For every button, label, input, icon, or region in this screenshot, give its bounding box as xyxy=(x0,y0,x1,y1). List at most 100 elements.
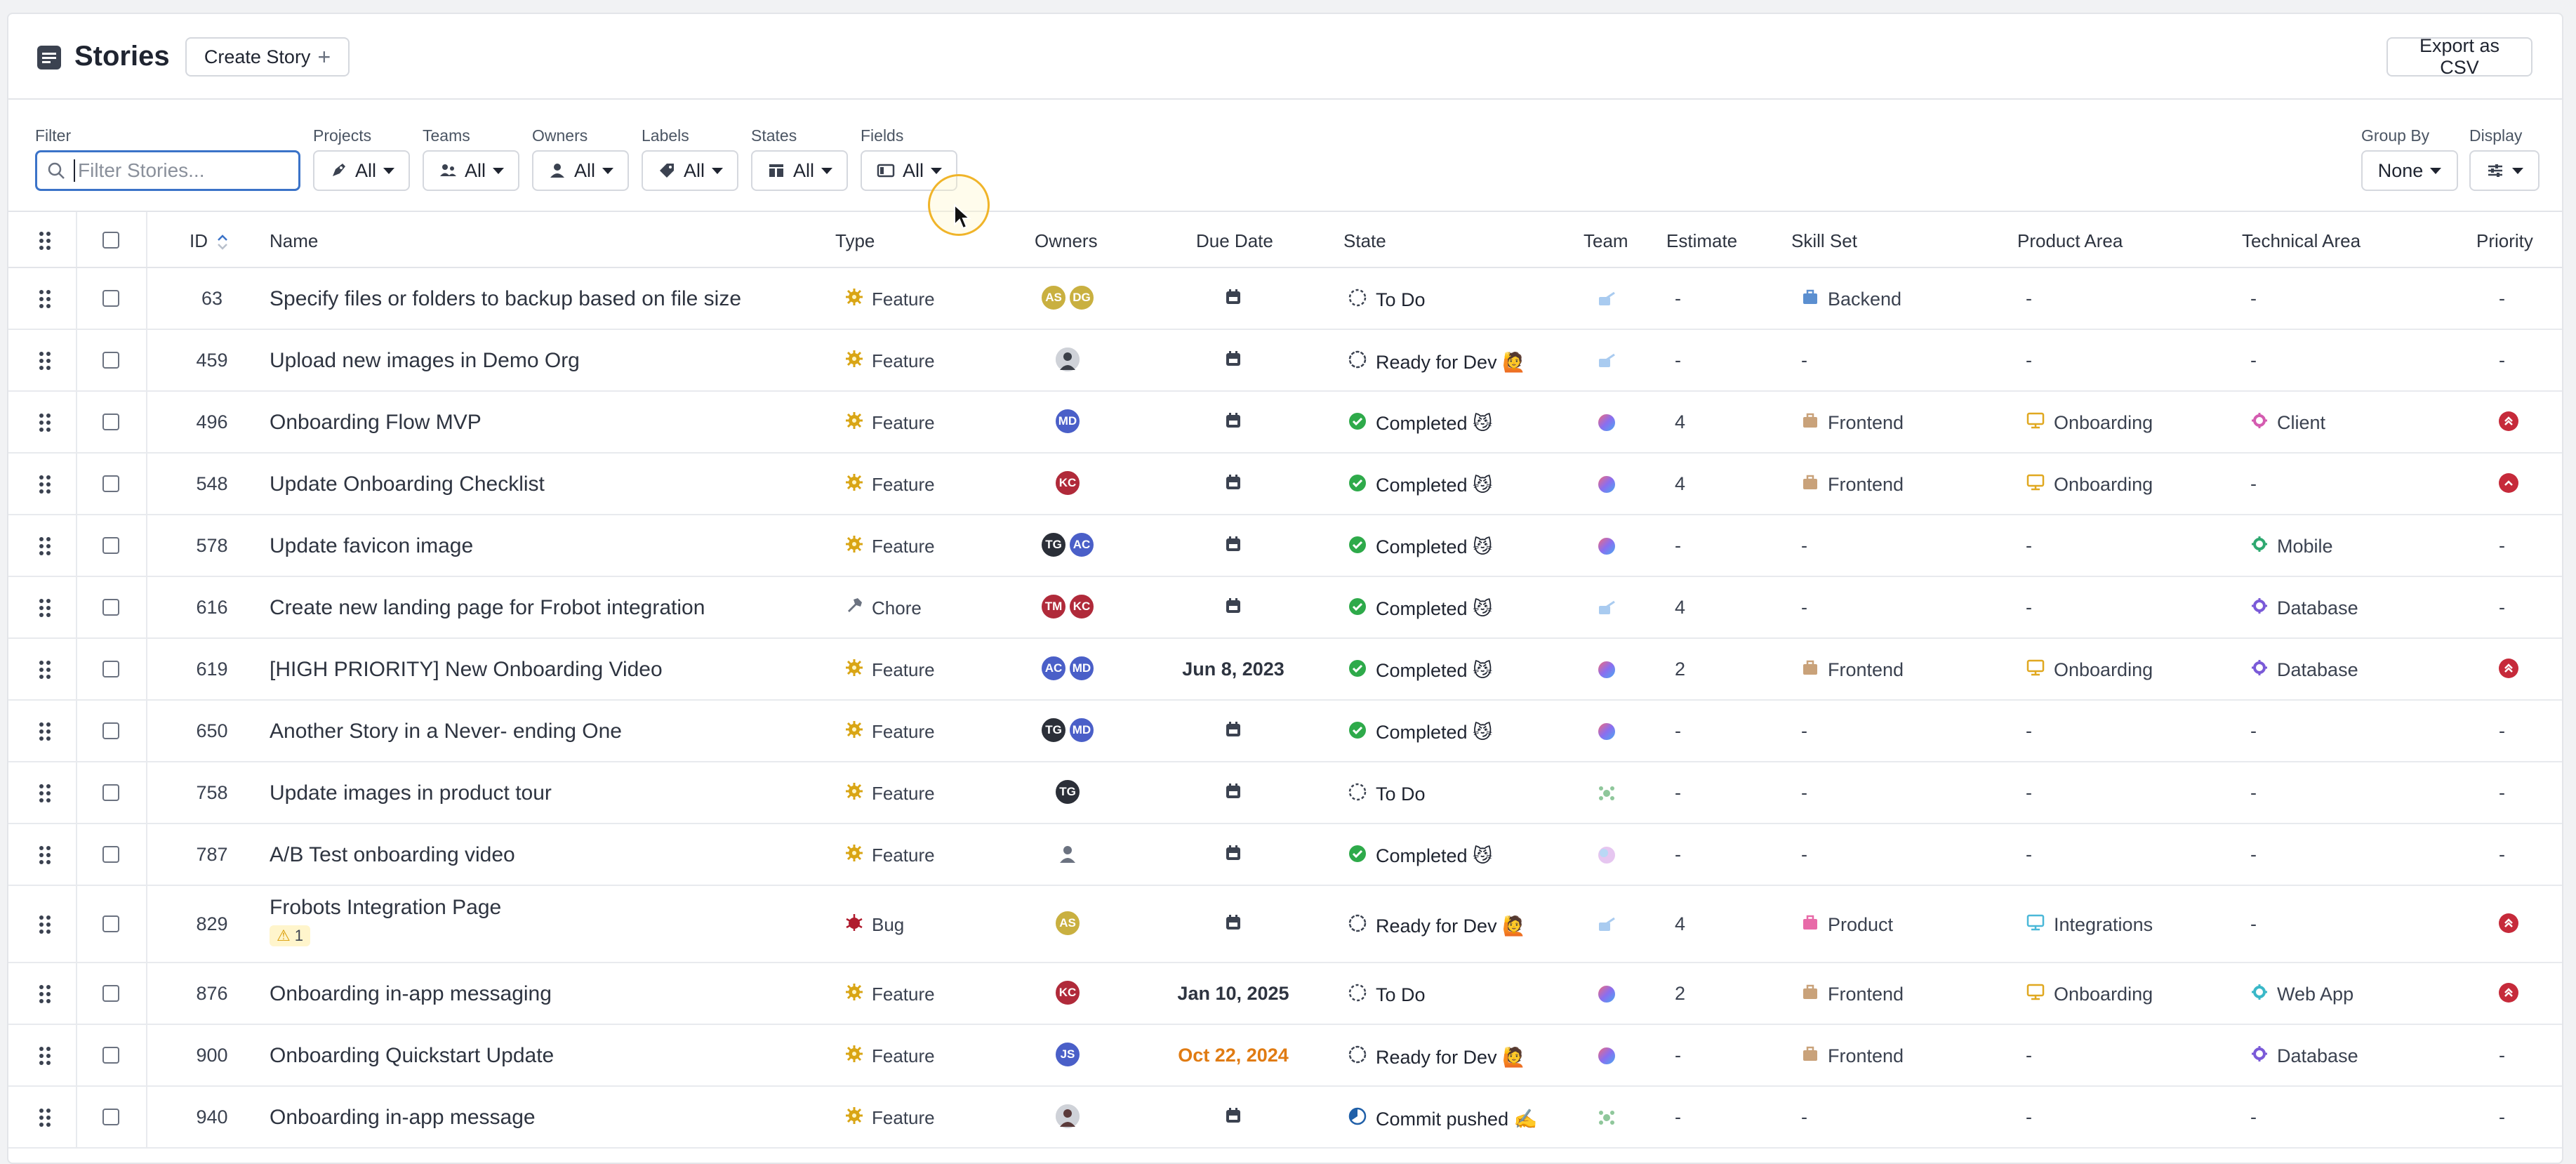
priority-highest-icon[interactable] xyxy=(2499,983,2518,1003)
owner-avatars[interactable]: TG MD xyxy=(1040,717,1095,743)
story-name[interactable]: Update favicon image xyxy=(270,534,473,558)
search-field[interactable] xyxy=(35,150,300,191)
column-type[interactable]: Type xyxy=(835,230,875,252)
owner-avatars[interactable]: MD xyxy=(1054,408,1081,435)
owners-dropdown[interactable]: All xyxy=(532,150,629,191)
technical-area-value[interactable]: - xyxy=(2250,350,2257,371)
table-row[interactable]: 650 Another Story in a Never- ending One… xyxy=(8,701,2562,762)
state-selector[interactable]: Completed 😼 xyxy=(1348,720,1492,745)
drag-handle-icon[interactable] xyxy=(38,597,52,622)
product-area-value[interactable]: - xyxy=(2026,844,2032,866)
story-id[interactable]: 940 xyxy=(196,1106,227,1128)
table-row[interactable]: 829 Frobots Integration Page ⚠ 1 Bug AS R… xyxy=(8,886,2562,963)
story-name[interactable]: Onboarding in-app message xyxy=(270,1106,536,1130)
skill-set-value[interactable]: - xyxy=(1801,597,1807,619)
technical-area-value[interactable]: - xyxy=(2250,844,2257,866)
story-id[interactable]: 876 xyxy=(196,983,227,1005)
story-name[interactable]: [HIGH PRIORITY] New Onboarding Video xyxy=(270,658,663,682)
estimate-value[interactable]: 4 xyxy=(1675,473,1685,495)
table-row[interactable]: 619 [HIGH PRIORITY] New Onboarding Video… xyxy=(8,639,2562,701)
story-id[interactable]: 459 xyxy=(196,350,227,371)
estimate-value[interactable]: 4 xyxy=(1675,597,1685,619)
story-id[interactable]: 616 xyxy=(196,597,227,619)
labels-dropdown[interactable]: All xyxy=(642,150,738,191)
owner-avatars[interactable]: JS xyxy=(1054,1041,1081,1068)
story-id[interactable]: 900 xyxy=(196,1045,227,1066)
table-row[interactable]: 940 Onboarding in-app message Feature Co… xyxy=(8,1087,2562,1149)
state-selector[interactable]: Completed 😼 xyxy=(1348,411,1492,436)
story-id[interactable]: 829 xyxy=(196,913,227,935)
product-area-value[interactable]: - xyxy=(2026,720,2032,742)
row-checkbox[interactable] xyxy=(102,846,119,863)
row-checkbox[interactable] xyxy=(102,537,119,554)
search-input[interactable] xyxy=(78,159,288,182)
owner-avatars[interactable]: AS xyxy=(1054,910,1081,937)
table-row[interactable]: 616 Create new landing page for Frobot i… xyxy=(8,577,2562,639)
column-skill-set[interactable]: Skill Set xyxy=(1791,230,1857,252)
estimate-value[interactable]: 4 xyxy=(1675,411,1685,433)
calendar-icon[interactable] xyxy=(1224,535,1242,558)
story-name[interactable]: Onboarding Flow MVP xyxy=(270,411,482,435)
drag-handle-icon[interactable] xyxy=(38,659,52,684)
table-row[interactable]: 876 Onboarding in-app messaging Feature … xyxy=(8,963,2562,1025)
state-selector[interactable]: Completed 😼 xyxy=(1348,473,1492,498)
table-row[interactable]: 758 Update images in product tour Featur… xyxy=(8,762,2562,824)
drag-handle-icon[interactable] xyxy=(38,845,52,869)
technical-area-value[interactable]: Database xyxy=(2277,597,2358,619)
skill-set-value[interactable]: - xyxy=(1801,720,1807,742)
row-checkbox[interactable] xyxy=(102,784,119,801)
product-area-value[interactable]: Onboarding xyxy=(2054,984,2153,1005)
states-dropdown[interactable]: All xyxy=(751,150,848,191)
skill-set-value[interactable]: Frontend xyxy=(1828,474,1904,496)
skill-set-value[interactable]: - xyxy=(1801,782,1807,804)
product-area-value[interactable]: - xyxy=(2026,597,2032,619)
story-id[interactable]: 496 xyxy=(196,411,227,433)
estimate-value[interactable]: - xyxy=(1675,350,1681,371)
owner-avatars[interactable]: TG AC xyxy=(1040,531,1095,558)
priority-high-icon[interactable] xyxy=(2499,473,2518,493)
row-checkbox[interactable] xyxy=(102,1109,119,1125)
state-selector[interactable]: To Do xyxy=(1348,983,1426,1007)
estimate-value[interactable]: 2 xyxy=(1675,659,1685,680)
table-row[interactable]: 578 Update favicon image Feature TG AC Co… xyxy=(8,515,2562,577)
skill-set-value[interactable]: Frontend xyxy=(1828,1045,1904,1067)
technical-area-value[interactable]: Client xyxy=(2277,412,2325,434)
table-row[interactable]: 63 Specify files or folders to backup ba… xyxy=(8,268,2562,330)
owner-avatars[interactable] xyxy=(1054,1103,1081,1130)
calendar-icon[interactable] xyxy=(1224,782,1242,805)
column-id[interactable]: ID xyxy=(190,230,228,252)
column-team[interactable]: Team xyxy=(1584,230,1628,252)
calendar-icon[interactable] xyxy=(1224,720,1242,743)
group-by-dropdown[interactable]: None xyxy=(2361,150,2458,191)
state-selector[interactable]: Completed 😼 xyxy=(1348,844,1492,868)
skill-set-value[interactable]: - xyxy=(1801,1106,1807,1128)
calendar-icon[interactable] xyxy=(1224,411,1242,435)
calendar-icon[interactable] xyxy=(1224,913,1242,937)
technical-area-value[interactable]: - xyxy=(2250,473,2257,495)
column-state[interactable]: State xyxy=(1343,230,1386,252)
story-name[interactable]: Another Story in a Never- ending One xyxy=(270,720,622,743)
technical-area-value[interactable]: Mobile xyxy=(2277,536,2333,557)
technical-area-value[interactable]: Database xyxy=(2277,1045,2358,1067)
drag-handle-icon[interactable] xyxy=(38,783,52,807)
story-id[interactable]: 548 xyxy=(196,473,227,495)
row-checkbox[interactable] xyxy=(102,722,119,739)
owner-avatars[interactable]: TG xyxy=(1054,779,1081,805)
state-selector[interactable]: To Do xyxy=(1348,288,1426,312)
story-name[interactable]: Specify files or folders to backup based… xyxy=(270,287,741,311)
column-product-area[interactable]: Product Area xyxy=(2017,230,2123,252)
row-checkbox[interactable] xyxy=(102,352,119,369)
product-area-value[interactable]: - xyxy=(2026,1106,2032,1128)
column-priority[interactable]: Priority xyxy=(2476,230,2533,252)
owner-avatars[interactable]: KC xyxy=(1054,470,1081,496)
calendar-icon[interactable] xyxy=(1224,597,1242,620)
owner-avatars[interactable]: TM KC xyxy=(1040,593,1095,620)
column-due-date[interactable]: Due Date xyxy=(1196,230,1273,252)
row-checkbox[interactable] xyxy=(102,1047,119,1064)
product-area-value[interactable]: - xyxy=(2026,535,2032,557)
product-area-value[interactable]: Integrations xyxy=(2054,914,2153,936)
estimate-value[interactable]: - xyxy=(1675,720,1681,742)
drag-handle-icon[interactable] xyxy=(38,230,52,251)
estimate-value[interactable]: - xyxy=(1675,782,1681,804)
calendar-icon[interactable] xyxy=(1224,288,1242,311)
